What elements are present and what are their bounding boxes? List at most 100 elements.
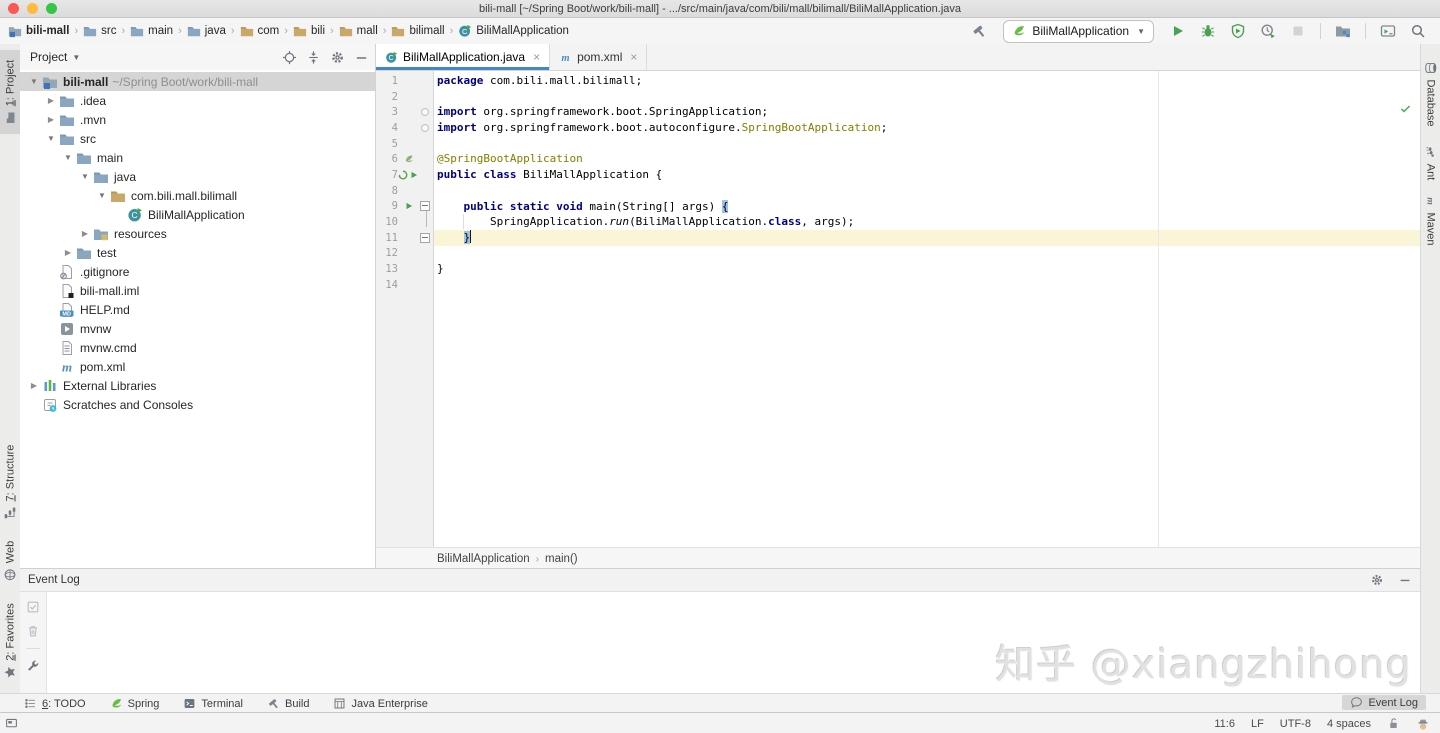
tree-item-gitignore[interactable]: .gitignore xyxy=(20,262,375,281)
hide-panel-icon[interactable] xyxy=(354,50,369,65)
hector-icon[interactable] xyxy=(1416,717,1430,731)
tree-item-bili-mall[interactable]: ▼ bili-mall ~/Spring Boot/work/bili-mall xyxy=(20,72,375,91)
spring-bean-icon[interactable] xyxy=(398,170,408,180)
tree-item-test[interactable]: ▶ test xyxy=(20,243,375,262)
tree-item-com-bili-mall-bilimall[interactable]: ▼ com.bili.mall.bilimall xyxy=(20,186,375,205)
profiler-button[interactable] xyxy=(1258,21,1278,41)
tool-window-button-java-enterprise[interactable]: Java Enterprise xyxy=(333,697,428,710)
tool-button-database[interactable]: Database xyxy=(1421,54,1440,134)
tool-window-button-event-log[interactable]: Event Log xyxy=(1342,695,1426,710)
tool-button-maven[interactable]: m Maven xyxy=(1421,190,1440,250)
code-line[interactable]: } xyxy=(434,229,1420,246)
code-line[interactable]: public class BiliMallApplication { xyxy=(434,167,1420,183)
tree-toggle-collapsed[interactable]: ▶ xyxy=(43,115,59,124)
toggle-toolwindows-icon[interactable] xyxy=(5,717,18,730)
search-everywhere-button[interactable] xyxy=(1408,21,1428,41)
breadcrumb-item-main[interactable]: main xyxy=(130,24,173,38)
code-line[interactable]: @SpringBootApplication xyxy=(434,151,1420,167)
code-line[interactable]: SpringApplication.run(BiliMallApplicatio… xyxy=(434,214,1420,230)
code-line[interactable]: public static void main(String[] args) { xyxy=(434,199,1420,215)
fold-marker-icon[interactable] xyxy=(420,232,430,243)
close-tab-icon[interactable]: × xyxy=(533,50,540,64)
tool-window-button-build[interactable]: Build xyxy=(267,697,309,710)
tool-button-web[interactable]: Web xyxy=(0,535,20,587)
tree-toggle-collapsed[interactable]: ▶ xyxy=(26,381,42,390)
fold-marker-icon[interactable] xyxy=(421,108,429,117)
tool-window-button-spring[interactable]: Spring xyxy=(110,697,159,710)
tree-item-help-md[interactable]: MD HELP.md xyxy=(20,300,375,319)
tool-button-1-project[interactable]: 1: Project xyxy=(0,50,20,134)
tree-toggle-collapsed[interactable]: ▶ xyxy=(60,248,76,257)
lock-open-icon[interactable] xyxy=(1387,717,1400,730)
tool-window-button-terminal[interactable]: Terminal xyxy=(183,697,243,710)
editor-breadcrumb-bilimallapplication[interactable]: BiliMallApplication xyxy=(437,553,530,565)
tree-toggle-expanded[interactable]: ▼ xyxy=(94,191,110,200)
tree-item-resources[interactable]: ▶ resources xyxy=(20,224,375,243)
mark-all-read-icon[interactable] xyxy=(26,600,40,614)
hide-panel-icon[interactable] xyxy=(1398,573,1412,587)
run-small-icon[interactable] xyxy=(409,170,419,180)
project-structure-button[interactable] xyxy=(1333,21,1353,41)
breadcrumb-item-src[interactable]: src xyxy=(83,24,116,38)
build-button[interactable] xyxy=(969,21,989,41)
run-small-icon[interactable] xyxy=(404,201,414,211)
code-line[interactable] xyxy=(434,183,1420,199)
code-line[interactable]: import org.springframework.boot.autoconf… xyxy=(434,120,1420,136)
collapse-all-icon[interactable] xyxy=(306,50,321,65)
tree-item-mvnw-cmd[interactable]: mvnw.cmd xyxy=(20,338,375,357)
status-item-file-encoding[interactable]: UTF-8 xyxy=(1280,718,1311,730)
tree-item-idea[interactable]: ▶ .idea xyxy=(20,91,375,110)
tree-item-pom-xml[interactable]: m pom.xml xyxy=(20,357,375,376)
tree-item-bilimallapplication[interactable]: C BiliMallApplication xyxy=(20,205,375,224)
gear-icon[interactable] xyxy=(1370,573,1384,587)
status-item-line-separator[interactable]: LF xyxy=(1251,718,1264,730)
code-area[interactable]: package com.bili.mall.bilimall; import or… xyxy=(434,71,1420,547)
tree-toggle-expanded[interactable]: ▼ xyxy=(77,172,93,181)
stop-button[interactable] xyxy=(1288,21,1308,41)
spring-leaf-gutter-icon[interactable] xyxy=(404,154,414,164)
chevron-down-icon[interactable]: ▼ xyxy=(72,53,80,62)
run-anything-button[interactable] xyxy=(1378,21,1398,41)
close-tab-icon[interactable]: × xyxy=(630,50,637,64)
editor-breadcrumb-main[interactable]: main() xyxy=(545,553,578,565)
breadcrumb-item-bili-mall[interactable]: bili-mall xyxy=(8,24,69,38)
status-item-indent-size[interactable]: 4 spaces xyxy=(1327,718,1371,730)
tree-item-main[interactable]: ▼ main xyxy=(20,148,375,167)
clear-all-icon[interactable] xyxy=(26,624,40,638)
tool-button-2-favorites[interactable]: 2: Favorites xyxy=(0,595,20,687)
breadcrumb-item-bilimall[interactable]: bilimall xyxy=(391,24,445,38)
tree-toggle-expanded[interactable]: ▼ xyxy=(43,134,59,143)
locate-icon[interactable] xyxy=(282,50,297,65)
tree-item-mvn[interactable]: ▶ .mvn xyxy=(20,110,375,129)
tree-toggle-expanded[interactable]: ▼ xyxy=(60,153,76,162)
code-line[interactable] xyxy=(434,277,1420,293)
tree-toggle-expanded[interactable]: ▼ xyxy=(26,77,42,86)
gear-icon[interactable] xyxy=(330,50,345,65)
fold-marker-icon[interactable] xyxy=(421,123,429,132)
editor-surface[interactable]: 1 2 3 4 5 6 7 8 9 10 11 12 13 14 package com.bili.mal… xyxy=(376,71,1420,547)
tool-button-ant[interactable]: Ant xyxy=(1421,144,1440,182)
tree-item-java[interactable]: ▼ java xyxy=(20,167,375,186)
tree-item-src[interactable]: ▼ src xyxy=(20,129,375,148)
tab-bilimallapplication-java[interactable]: C BiliMallApplication.java × xyxy=(376,44,551,70)
breadcrumb-item-bilimallapplication[interactable]: C BiliMallApplication xyxy=(458,24,569,38)
code-line[interactable] xyxy=(434,89,1420,105)
run-with-coverage-button[interactable] xyxy=(1228,21,1248,41)
code-line[interactable] xyxy=(434,136,1420,152)
tree-item-scratches-and-consoles[interactable]: Scratches and Consoles xyxy=(20,395,375,414)
tree-item-external-libraries[interactable]: ▶ External Libraries xyxy=(20,376,375,395)
debug-button[interactable] xyxy=(1198,21,1218,41)
tree-toggle-collapsed[interactable]: ▶ xyxy=(43,96,59,105)
code-line[interactable]: package com.bili.mall.bilimall; xyxy=(434,73,1420,89)
breadcrumb-item-java[interactable]: java xyxy=(187,24,226,38)
tree-item-mvnw[interactable]: mvnw xyxy=(20,319,375,338)
breadcrumb-item-com[interactable]: com xyxy=(240,24,279,38)
tree-toggle-collapsed[interactable]: ▶ xyxy=(77,229,93,238)
status-item-caret-position[interactable]: 11:6 xyxy=(1214,718,1235,730)
code-line[interactable]: import org.springframework.boot.SpringAp… xyxy=(434,104,1420,120)
tree-item-bili-mall-iml[interactable]: bili-mall.iml xyxy=(20,281,375,300)
tool-button-7-structure[interactable]: 7: Structure xyxy=(0,437,20,527)
settings-wrench-icon[interactable] xyxy=(26,659,40,673)
fold-marker-icon[interactable] xyxy=(420,201,430,212)
code-line[interactable]: } xyxy=(434,261,1420,277)
